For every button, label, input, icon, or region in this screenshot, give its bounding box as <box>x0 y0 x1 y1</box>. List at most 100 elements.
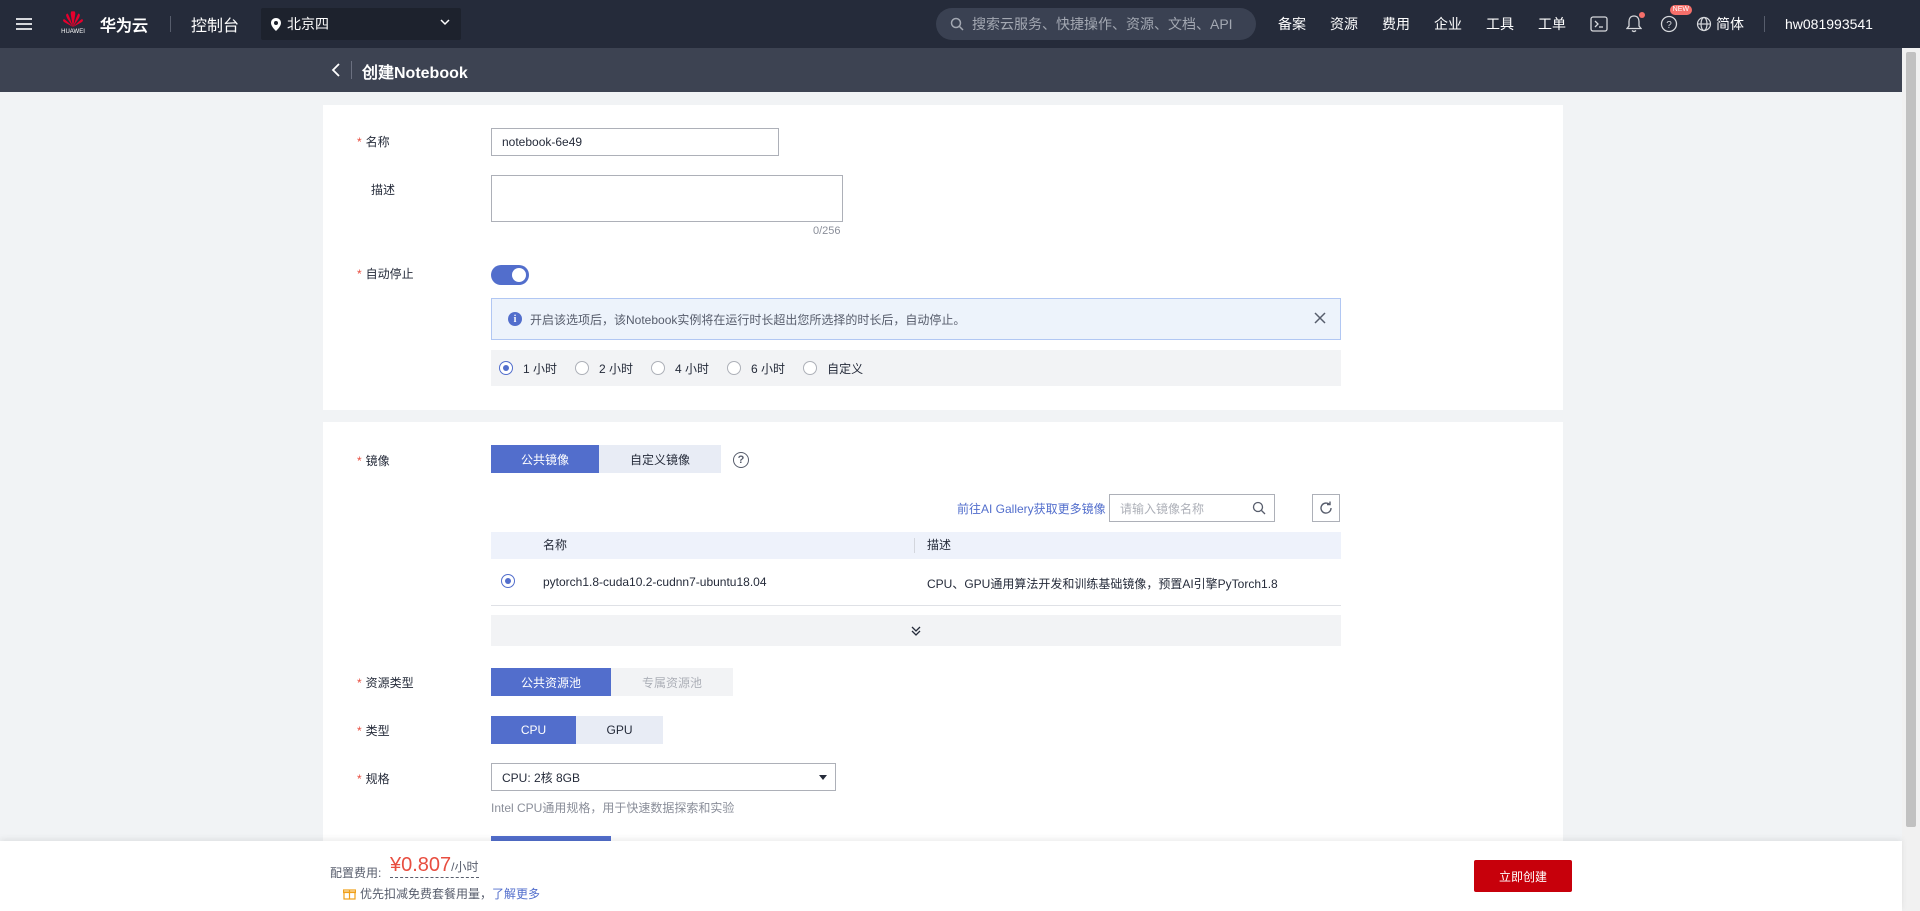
image-source-tabs: 公共镜像 自定义镜像 <box>491 445 721 473</box>
close-icon[interactable] <box>1312 310 1328 326</box>
resource-pool-label: * 资源类型 <box>357 674 414 691</box>
basic-info-card: * 名称 notebook-6e49 描述 0/256 * 自动停止 i 开启该选项… <box>323 105 1563 410</box>
page-header: 创建Notebook <box>0 48 1902 92</box>
nav-divider <box>170 16 172 32</box>
ai-gallery-link[interactable]: 前往AI Gallery获取更多镜像 <box>957 500 1106 517</box>
name-label: * 名称 <box>357 133 390 150</box>
autostop-label: * 自动停止 <box>357 265 414 282</box>
required-mark: * <box>357 454 362 468</box>
description-textarea[interactable] <box>491 175 843 222</box>
brand-name: 华为云 <box>100 18 149 35</box>
nav-billing[interactable]: 费用 <box>1382 14 1410 34</box>
required-mark: * <box>357 267 362 281</box>
top-nav: HUAWEI 华为云 控制台 北京四 搜索云服务、快捷操作、资源、文档、API … <box>0 0 1920 48</box>
price-unit: /小时 <box>451 860 479 874</box>
fee-note: 优先扣减免费套餐用量， 了解更多 <box>343 885 540 902</box>
nav-beian[interactable]: 备案 <box>1278 14 1306 34</box>
console-link[interactable]: 控制台 <box>191 12 239 36</box>
nav-enterprise[interactable]: 企业 <box>1434 14 1462 34</box>
description-label: 描述 <box>371 183 396 197</box>
duration-option-6h[interactable]: 6 小时 <box>727 360 785 377</box>
tab-gpu[interactable]: GPU <box>576 716 663 744</box>
fee-price[interactable]: ¥0.807/小时 <box>390 854 479 878</box>
duration-option-2h[interactable]: 2 小时 <box>575 360 633 377</box>
hamburger-menu-icon[interactable] <box>0 0 48 48</box>
fee-note-text: 优先扣减免费套餐用量， <box>360 887 493 901</box>
duration-label: 2 小时 <box>599 361 634 376</box>
radio-button[interactable] <box>727 361 742 375</box>
duration-label: 4 小时 <box>675 361 710 376</box>
image-search-placeholder: 请输入镜像名称 <box>1120 501 1205 516</box>
duration-label: 自定义 <box>827 361 864 376</box>
table-row[interactable]: pytorch1.8-cuda10.2-cudnn7-ubuntu18.04 C… <box>491 559 1341 606</box>
name-label-text: 名称 <box>365 135 390 149</box>
huawei-logo-icon: HUAWEI <box>58 10 88 38</box>
fee-label: 配置费用: <box>330 866 382 880</box>
huawei-cloud-logo[interactable]: HUAWEI 华为云 <box>58 10 148 38</box>
required-mark: * <box>357 135 362 149</box>
gift-icon <box>343 889 356 900</box>
help-center-icon[interactable]: ? NEW <box>1660 5 1692 33</box>
tab-dedicated-pool[interactable]: 专属资源池 <box>611 668 733 696</box>
chevron-down-icon <box>440 19 450 26</box>
image-name-cell: pytorch1.8-cuda10.2-cudnn7-ubuntu18.04 <box>543 575 767 589</box>
row-radio-button[interactable] <box>501 574 515 588</box>
info-text: 开启该选项后，该Notebook实例将在运行时长超出您所选择的时长后，自动停止。 <box>530 312 966 327</box>
duration-option-1h[interactable]: 1 小时 <box>499 360 557 377</box>
info-icon: i <box>508 312 522 326</box>
image-search-input[interactable]: 请输入镜像名称 <box>1109 494 1275 522</box>
image-table: 名称 描述 pytorch1.8-cuda10.2-cudnn7-ubuntu1… <box>491 532 1341 607</box>
flavor-hint: Intel CPU通用规格，用于快速数据探索和实验 <box>491 801 735 815</box>
radio-button[interactable] <box>575 361 590 375</box>
notification-dot <box>1639 12 1645 18</box>
radio-button[interactable] <box>651 361 666 375</box>
resource-pool-tabs: 公共资源池 专属资源池 <box>491 668 733 696</box>
autostop-label-text: 自动停止 <box>365 267 414 281</box>
search-icon[interactable] <box>1252 501 1266 515</box>
toggle-knob <box>512 268 526 282</box>
back-arrow-icon[interactable] <box>330 61 342 79</box>
price-value: ¥0.807 <box>390 854 452 876</box>
region-selector[interactable]: 北京四 <box>261 8 462 40</box>
svg-text:?: ? <box>1666 20 1672 31</box>
autostop-toggle[interactable] <box>491 265 529 285</box>
double-chevron-down-icon <box>911 626 921 636</box>
tab-custom-image[interactable]: 自定义镜像 <box>599 445 721 473</box>
global-search-input[interactable]: 搜索云服务、快捷操作、资源、文档、API <box>936 8 1256 40</box>
duration-option-4h[interactable]: 4 小时 <box>651 360 709 377</box>
learn-more-link[interactable]: 了解更多 <box>492 885 540 902</box>
name-input[interactable]: notebook-6e49 <box>491 128 779 156</box>
tab-cpu[interactable]: CPU <box>491 716 576 744</box>
nav-resources[interactable]: 资源 <box>1330 14 1358 34</box>
scrollbar-thumb[interactable] <box>1906 52 1916 827</box>
flavor-label-text: 规格 <box>365 772 390 786</box>
page-title: 创建Notebook <box>362 65 468 82</box>
tab-public-pool[interactable]: 公共资源池 <box>491 668 611 696</box>
flavor-select[interactable]: CPU: 2核 8GB <box>491 763 836 791</box>
image-description-cell: CPU、GPU通用算法开发和训练基础镜像，预置AI引擎PyTorch1.8 <box>927 577 1278 591</box>
help-icon[interactable]: ? <box>733 452 749 468</box>
type-label-text: 类型 <box>365 724 390 738</box>
nav-divider-2 <box>1764 16 1765 32</box>
duration-option-custom[interactable]: 自定义 <box>803 360 863 377</box>
language-switcher[interactable]: 简体 <box>1696 14 1744 34</box>
nav-tickets[interactable]: 工单 <box>1538 14 1566 34</box>
nav-tools[interactable]: 工具 <box>1486 14 1514 34</box>
image-label-text: 镜像 <box>365 454 390 468</box>
radio-button[interactable] <box>803 361 818 375</box>
cloud-shell-icon[interactable] <box>1590 16 1608 32</box>
create-now-button[interactable]: 立即创建 <box>1474 860 1572 892</box>
page-scrollbar[interactable] <box>1902 48 1920 911</box>
region-label: 北京四 <box>287 16 330 32</box>
footer-bar: 配置费用: ¥0.807/小时 优先扣减免费套餐用量， 了解更多 立即创建 <box>0 841 1902 911</box>
username[interactable]: hw081993541 <box>1785 16 1873 32</box>
tab-public-image[interactable]: 公共镜像 <box>491 445 599 473</box>
header-divider <box>351 61 352 79</box>
notification-bell-icon[interactable] <box>1626 12 1645 33</box>
refresh-icon <box>1320 501 1332 514</box>
description-counter: 0/256 <box>813 225 841 237</box>
refresh-button[interactable] <box>1312 494 1340 522</box>
expand-table-bar[interactable] <box>491 615 1341 646</box>
required-mark: * <box>357 676 362 690</box>
radio-button[interactable] <box>499 361 513 375</box>
